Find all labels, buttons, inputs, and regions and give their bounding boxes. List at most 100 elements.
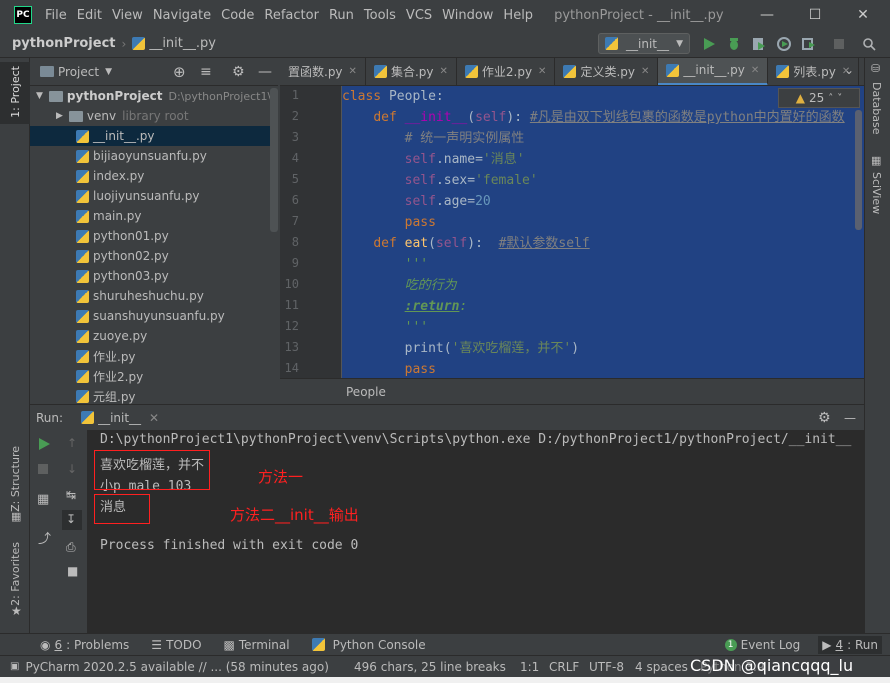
menu-navigate[interactable]: Navigate (148, 8, 216, 23)
menu-refactor[interactable]: Refactor (259, 8, 324, 23)
breadcrumb-project[interactable]: pythonProject (12, 36, 116, 51)
line-number: 2 (291, 109, 299, 123)
inspection-widget[interactable]: ▲ 25 ˄ ˅ (778, 88, 860, 108)
menu-window[interactable]: Window (437, 8, 498, 23)
chevron-down-icon[interactable]: ⌄ (844, 63, 854, 77)
terminal-tab[interactable]: ▩ Terminal (224, 638, 290, 652)
status-indent[interactable]: 4 spaces (635, 660, 688, 674)
code-editor[interactable]: class People: def __init__(self): #凡是由双下… (342, 86, 864, 378)
tree-item-file[interactable]: suanshuyunsuanfu.py (30, 306, 278, 326)
run-tool-tab[interactable]: ▶ 4: Run (818, 635, 882, 654)
python-console-tab[interactable]: Python Console (311, 638, 426, 652)
breadcrumb-class[interactable]: People (346, 385, 386, 399)
menu-run[interactable]: Run (324, 8, 359, 23)
rerun-icon[interactable] (38, 438, 50, 450)
stop-icon[interactable] (38, 464, 48, 474)
problems-tab[interactable]: ◉ 6: Problems (40, 638, 129, 652)
run-tab[interactable]: __init__ (98, 411, 141, 425)
chevron-down-icon[interactable]: ▼ (105, 67, 112, 77)
sciview-tool-button[interactable]: SciView (870, 172, 883, 214)
python-file-icon (605, 37, 618, 50)
run-icon[interactable] (702, 37, 716, 51)
menu-vcs[interactable]: VCS (401, 8, 437, 23)
tree-item-file[interactable]: index.py (30, 166, 278, 186)
tree-item-file[interactable]: __init__.py (30, 126, 278, 146)
status-caret-position[interactable]: 1:1 (520, 660, 539, 674)
project-scrollbar[interactable] (270, 88, 278, 232)
locate-icon[interactable]: ⊕ (173, 63, 186, 81)
tree-item-file[interactable]: shuruheshuchu.py (30, 286, 278, 306)
arrow-up-icon[interactable]: ↑ (67, 436, 77, 450)
event-log-tab[interactable]: 1 Event Log (724, 638, 800, 652)
print-icon[interactable]: ⎙ (66, 540, 76, 555)
menu-tools[interactable]: Tools (359, 8, 401, 23)
soft-wrap-icon[interactable]: ↹ (66, 488, 76, 502)
project-view-icon (40, 66, 54, 77)
layout-icon[interactable]: ▦ (37, 492, 49, 507)
status-line-separator[interactable]: CRLF (549, 660, 579, 674)
tree-item-file[interactable]: 元组.py (30, 386, 278, 404)
tree-item-file[interactable]: main.py (30, 206, 278, 226)
tree-item-file[interactable]: 作业.py (30, 346, 278, 366)
editor-tab[interactable]: __init__.py ✕ (658, 58, 769, 85)
run-console[interactable]: D:\pythonProject1\pythonProject\venv\Scr… (88, 430, 864, 633)
menu-file[interactable]: File (40, 8, 72, 23)
close-icon[interactable]: ✕ (641, 66, 649, 77)
structure-tool-button[interactable]: Z: Structure (9, 446, 22, 512)
profile-icon[interactable] (777, 37, 791, 51)
run-configuration-select[interactable]: __init__ ▼ (598, 33, 690, 54)
maximize-button[interactable]: ☐ (792, 0, 838, 30)
tree-item-file[interactable]: 作业2.py (30, 366, 278, 386)
tree-item-file[interactable]: luojiyunsuanfu.py (30, 186, 278, 206)
todo-tab[interactable]: ☰ TODO (151, 638, 201, 652)
chevron-down-icon[interactable]: ˅ (837, 93, 842, 104)
project-tool-button[interactable]: 1: Project (9, 66, 22, 118)
editor-tab[interactable]: 置函数.py ✕ (280, 58, 366, 85)
status-message[interactable]: PyCharm 2020.2.5 available // ... (58 mi… (25, 660, 328, 674)
editor-scrollbar[interactable] (855, 110, 862, 230)
close-icon[interactable]: ✕ (149, 411, 159, 425)
chevron-up-icon[interactable]: ˄ (828, 93, 833, 104)
gear-icon[interactable]: ⚙ (818, 410, 831, 426)
hide-icon[interactable]: — (844, 411, 856, 425)
stop-icon[interactable] (832, 37, 846, 51)
minimize-button[interactable]: — (744, 0, 790, 30)
pin-icon[interactable]: ⤴ (38, 528, 51, 547)
tree-item-file[interactable]: python02.py (30, 246, 278, 266)
breadcrumb-file[interactable]: __init__.py (149, 36, 216, 51)
tree-root[interactable]: ▼ pythonProject D:\pythonProject1\p (30, 86, 278, 106)
trash-icon[interactable]: ■ (67, 564, 78, 578)
chevron-down-icon[interactable]: ▼ (36, 91, 43, 101)
project-view-select[interactable]: Project (58, 65, 99, 79)
tree-item-file[interactable]: zuoye.py (30, 326, 278, 346)
editor-tab[interactable]: 定义类.py ✕ (555, 58, 659, 85)
tree-item-file[interactable]: python03.py (30, 266, 278, 286)
debug-icon[interactable] (727, 37, 741, 51)
scroll-to-end-icon[interactable]: ↧ (66, 512, 76, 526)
close-icon[interactable]: ✕ (439, 66, 447, 77)
menu-help[interactable]: Help (498, 8, 538, 23)
menu-view[interactable]: View (107, 8, 148, 23)
favorites-tool-button[interactable]: 2: Favorites (9, 542, 22, 606)
run-with-coverage-icon[interactable] (752, 37, 766, 51)
close-icon[interactable]: ✕ (349, 66, 357, 77)
gear-icon[interactable]: ⚙ (232, 64, 245, 80)
editor-tab[interactable]: 作业2.py ✕ (457, 58, 556, 85)
tree-item-file[interactable]: python01.py (30, 226, 278, 246)
tree-item-file[interactable]: bijiaoyunsuanfu.py (30, 146, 278, 166)
close-icon[interactable]: ✕ (751, 65, 759, 76)
menu-edit[interactable]: Edit (72, 8, 107, 23)
collapse-all-icon[interactable]: ≡ (200, 64, 212, 80)
close-icon[interactable]: ✕ (538, 66, 546, 77)
hide-icon[interactable]: — (258, 64, 272, 80)
close-button[interactable]: ✕ (840, 0, 886, 30)
status-encoding[interactable]: UTF-8 (589, 660, 624, 674)
arrow-down-icon[interactable]: ↓ (67, 462, 77, 476)
search-everywhere-icon[interactable] (862, 37, 876, 51)
menu-code[interactable]: Code (216, 8, 259, 23)
editor-tab[interactable]: 集合.py ✕ (366, 58, 457, 85)
concurrency-icon[interactable] (802, 37, 816, 51)
tree-item-venv[interactable]: ▶ venv library root (30, 106, 278, 126)
chevron-right-icon[interactable]: ▶ (56, 111, 63, 121)
database-tool-button[interactable]: Database (870, 82, 883, 135)
